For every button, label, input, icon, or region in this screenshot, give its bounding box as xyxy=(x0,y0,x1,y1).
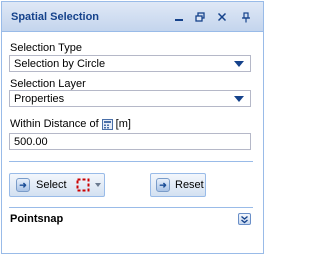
distance-label: Within Distance of xyxy=(10,118,99,130)
arrow-right-icon: ➜ xyxy=(156,178,170,192)
selection-type-combo[interactable]: Selection by Circle xyxy=(9,55,251,72)
close-icon[interactable] xyxy=(215,10,229,24)
reset-button[interactable]: ➜ Reset xyxy=(150,173,206,197)
calculator-icon[interactable] xyxy=(101,118,113,130)
divider xyxy=(9,161,253,162)
panel-header: Spatial Selection xyxy=(2,2,263,32)
expand-double-chevron-icon[interactable] xyxy=(238,213,251,225)
distance-unit: [m] xyxy=(115,118,131,130)
distance-label-row: Within Distance of [m] xyxy=(10,118,131,130)
restore-icon[interactable] xyxy=(193,10,207,24)
chevron-down-icon[interactable] xyxy=(234,61,244,67)
minimize-icon[interactable] xyxy=(172,10,186,24)
reset-button-label: Reset xyxy=(175,179,204,191)
chevron-down-icon[interactable] xyxy=(94,183,101,187)
selection-layer-label: Selection Layer xyxy=(10,78,86,90)
select-button-label: Select xyxy=(36,179,67,191)
panel-title: Spatial Selection xyxy=(11,11,100,23)
select-button[interactable]: ➜ Select xyxy=(9,173,105,197)
selection-layer-combo[interactable]: Properties xyxy=(9,90,251,107)
distance-input[interactable] xyxy=(9,133,251,150)
selection-marker-icon xyxy=(76,178,90,192)
selection-layer-value: Properties xyxy=(14,93,65,105)
chevron-down-icon[interactable] xyxy=(234,96,244,102)
spatial-selection-panel: Spatial Selection Selection Type Selecti… xyxy=(1,1,264,254)
divider xyxy=(9,207,253,208)
selection-type-value: Selection by Circle xyxy=(14,58,106,70)
pin-icon[interactable] xyxy=(239,10,253,24)
arrow-right-icon: ➜ xyxy=(16,178,30,192)
selection-type-label: Selection Type xyxy=(10,42,82,54)
pointsnap-title: Pointsnap xyxy=(10,213,64,225)
